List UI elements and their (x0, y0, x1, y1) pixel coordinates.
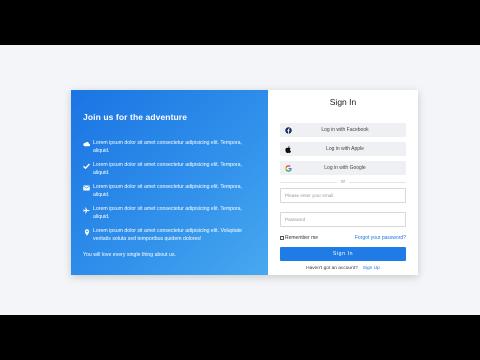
feature-item: Lorem ipsum dolor sit amet consectetur a… (83, 162, 258, 177)
feature-item: Lorem ipsum dolor sit amet consectetur a… (83, 184, 258, 199)
apple-login-label: Log in with Apple (326, 146, 364, 152)
feature-item: Lorem ipsum dolor sit amet consectetur a… (83, 206, 258, 221)
feature-text: Lorem ipsum dolor sit amet consectetur a… (93, 162, 242, 176)
sign-up-link[interactable]: Sign Up (363, 266, 380, 271)
password-field[interactable]: Password (280, 212, 406, 227)
feature-item: Lorem ipsum dolor sit amet consectetur a… (83, 140, 258, 155)
feature-text: Lorem ipsum dolor sit amet consectetur a… (93, 228, 243, 242)
letterbox-bottom (0, 315, 480, 360)
google-login-button[interactable]: Log in with Google (280, 161, 406, 175)
cloud-icon (83, 141, 90, 148)
promo-title: Join us for the adventure (83, 112, 188, 122)
google-login-label: Log in with Google (324, 165, 366, 171)
email-field[interactable]: Please enter your email (280, 188, 406, 203)
feature-text: Lorem ipsum dolor sit amet consectetur a… (93, 206, 242, 220)
signup-card: Join us for the adventure Lorem ipsum do… (71, 90, 418, 275)
feature-text: Lorem ipsum dolor sit amet consectetur a… (93, 184, 242, 198)
email-placeholder: Please enter your email (285, 193, 334, 198)
divider-label: or (340, 179, 346, 185)
promo-footer: You will love every single thing about u… (83, 252, 176, 258)
signin-panel: Sign In Log in with Facebook Log in with… (268, 90, 418, 275)
divider-line (349, 181, 407, 183)
promo-panel: Join us for the adventure Lorem ipsum do… (71, 90, 268, 275)
feature-item: Lorem ipsum dolor sit amet consectetur a… (83, 228, 258, 243)
remember-checkbox[interactable] (280, 236, 284, 240)
facebook-login-button[interactable]: Log in with Facebook (280, 123, 406, 137)
letterbox-top (0, 0, 480, 45)
or-divider: or (280, 179, 407, 185)
forgot-password-link[interactable]: Forgot your password? (355, 235, 406, 241)
feature-text: Lorem ipsum dolor sit amet consectetur a… (93, 140, 242, 154)
remember-label: Remember me (285, 235, 319, 241)
google-icon (284, 164, 292, 172)
apple-icon (284, 145, 292, 153)
remember-me[interactable]: Remember me (280, 235, 318, 241)
apple-login-button[interactable]: Log in with Apple (280, 142, 406, 156)
sign-in-button[interactable]: Sign In (280, 247, 406, 261)
check-icon (83, 163, 90, 170)
envelope-icon (83, 185, 90, 192)
plane-icon (83, 207, 90, 214)
signup-prompt: Haven't got an account? (306, 266, 358, 271)
password-placeholder: Password (285, 217, 306, 222)
location-pin-icon (83, 228, 90, 236)
facebook-login-label: Log in with Facebook (321, 127, 369, 133)
divider-line (280, 181, 337, 183)
signin-title: Sign In (329, 97, 357, 107)
facebook-icon (284, 126, 292, 134)
signup-row: Haven't got an account? Sign Up (280, 266, 406, 271)
remember-forgot-row: Remember me Forgot your password? (280, 235, 406, 241)
